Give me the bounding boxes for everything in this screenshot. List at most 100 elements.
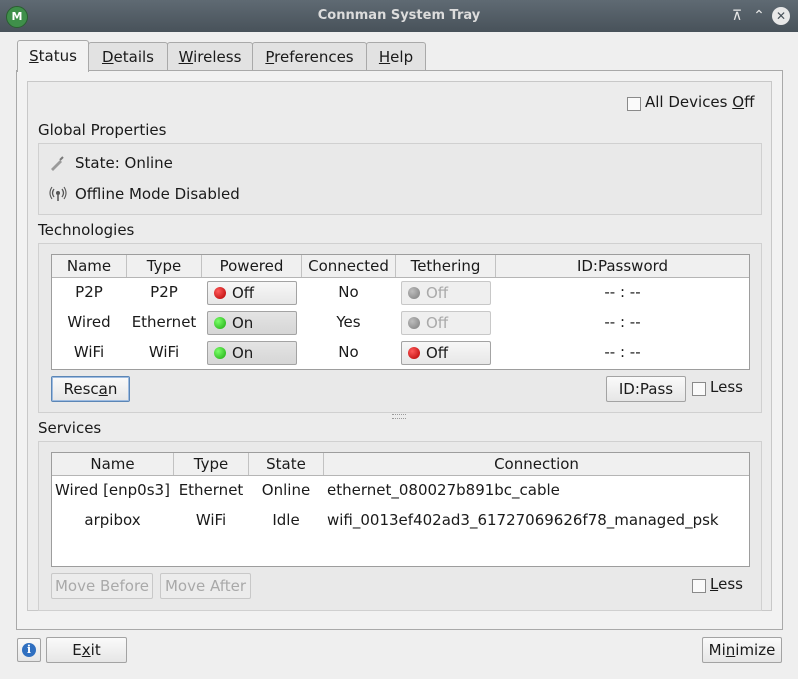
- status-led-icon: [408, 347, 420, 359]
- technologies-table-header: Name Type Powered Connected Tethering ID…: [52, 255, 749, 278]
- service-state: Idle: [272, 511, 300, 529]
- tech-name: WiFi: [73, 343, 105, 361]
- service-type: Ethernet: [178, 481, 244, 499]
- tethering-toggle[interactable]: Off: [401, 281, 491, 305]
- table-row[interactable]: arpibox WiFi Idle wifi_0013ef402ad3_6172…: [52, 507, 749, 537]
- move-after-button[interactable]: Move After: [160, 573, 251, 599]
- status-led-icon: [214, 317, 226, 329]
- tethering-toggle[interactable]: Off: [401, 341, 491, 365]
- services-less-label[interactable]: Less: [710, 575, 743, 593]
- table-row[interactable]: Wired Ethernet On Yes Off -- : --: [52, 309, 749, 339]
- powered-label: On: [232, 344, 254, 362]
- keep-above-icon[interactable]: ⊼: [728, 7, 746, 25]
- service-connection: wifi_0013ef402ad3_61727069626f78_managed…: [327, 511, 719, 529]
- status-led-icon: [214, 347, 226, 359]
- tab-details-mnemonic: D: [101, 48, 114, 66]
- tab-preferences[interactable]: Preferences: [252, 42, 367, 71]
- technologies-less-checkbox[interactable]: [692, 382, 706, 396]
- service-name: arpibox: [84, 511, 141, 529]
- tab-details-label: etails: [113, 48, 154, 66]
- tech-type: P2P: [150, 283, 178, 301]
- service-connection: ethernet_080027b891bc_cable: [327, 481, 560, 499]
- status-led-icon: [408, 317, 420, 329]
- splitter-handle[interactable]: [392, 414, 406, 419]
- services-title: Services: [38, 419, 102, 437]
- close-icon[interactable]: ✕: [772, 7, 790, 25]
- column-header[interactable]: Name: [52, 255, 127, 277]
- tab-wireless-label: ireless: [193, 48, 242, 66]
- powered-label: On: [232, 314, 254, 332]
- tab-status[interactable]: Status: [17, 40, 89, 72]
- window-title: Connman System Tray: [317, 8, 481, 23]
- exit-button[interactable]: Exit: [46, 637, 127, 663]
- tab-wireless-mnemonic: W: [178, 48, 194, 66]
- id-pass-button[interactable]: ID:Pass: [606, 376, 686, 402]
- powered-label: Off: [232, 284, 255, 302]
- tab-preferences-label: references: [274, 48, 354, 66]
- column-header[interactable]: Name: [52, 453, 174, 475]
- service-state: Online: [261, 481, 311, 499]
- column-header[interactable]: Type: [127, 255, 202, 277]
- tethering-label: Off: [426, 284, 449, 302]
- services-group: Name Type State Connection Wired [enp0s3…: [38, 441, 762, 611]
- tethering-label: Off: [426, 314, 449, 332]
- table-row[interactable]: Wired [enp0s3] Ethernet Online ethernet_…: [52, 477, 749, 507]
- state-text: State: Online: [75, 154, 173, 172]
- column-header[interactable]: State: [249, 453, 324, 475]
- tech-name: Wired: [67, 313, 111, 331]
- title-bar: M Connman System Tray ⊼ ⌃ ✕: [0, 0, 798, 32]
- ethernet-state-icon: [51, 156, 64, 171]
- service-name: Wired [enp0s3]: [55, 481, 170, 499]
- maximize-icon[interactable]: ⌃: [750, 7, 768, 25]
- connected-value: No: [338, 343, 359, 361]
- id-password-value: -- : --: [604, 343, 641, 361]
- status-led-icon: [214, 287, 226, 299]
- powered-toggle[interactable]: Off: [207, 281, 297, 305]
- column-header[interactable]: Tethering: [396, 255, 496, 277]
- service-type: WiFi: [195, 511, 227, 529]
- technologies-group: Name Type Powered Connected Tethering ID…: [38, 243, 762, 413]
- tab-wireless[interactable]: Wireless: [167, 42, 253, 71]
- powered-toggle[interactable]: On: [207, 311, 297, 335]
- column-header[interactable]: Powered: [202, 255, 302, 277]
- status-led-icon: [408, 287, 420, 299]
- table-row[interactable]: WiFi WiFi On No Off -- : --: [52, 339, 749, 369]
- move-before-button[interactable]: Move Before: [51, 573, 153, 599]
- all-devices-off-checkbox[interactable]: [627, 97, 641, 111]
- tab-status-mnemonic: S: [29, 47, 39, 65]
- column-header[interactable]: Type: [174, 453, 249, 475]
- column-header[interactable]: Connection: [324, 453, 749, 475]
- tech-name: P2P: [75, 283, 103, 301]
- tab-help[interactable]: Help: [366, 42, 426, 71]
- tab-help-mnemonic: H: [378, 48, 391, 66]
- about-button[interactable]: i: [17, 638, 41, 662]
- global-properties-group: State: Online Offline Mode Disabled: [38, 143, 762, 215]
- column-header[interactable]: ID:Password: [496, 255, 749, 277]
- powered-toggle[interactable]: On: [207, 341, 297, 365]
- status-tab-panel: All Devices Off Global Properties State:…: [16, 70, 783, 630]
- rescan-button[interactable]: Rescan: [51, 376, 130, 402]
- tethering-toggle[interactable]: Off: [401, 311, 491, 335]
- connected-value: No: [338, 283, 359, 301]
- services-less-checkbox[interactable]: [692, 579, 706, 593]
- services-table: Name Type State Connection Wired [enp0s3…: [51, 452, 750, 567]
- antenna-icon: [49, 186, 67, 201]
- tab-preferences-mnemonic: P: [265, 48, 275, 66]
- tab-help-label: elp: [390, 48, 414, 66]
- offline-mode-text: Offline Mode Disabled: [75, 185, 240, 203]
- id-password-value: -- : --: [604, 283, 641, 301]
- technologies-title: Technologies: [38, 221, 135, 239]
- table-row[interactable]: P2P P2P Off No Off -- : --: [52, 279, 749, 309]
- tab-details[interactable]: Details: [88, 42, 168, 71]
- tech-type: WiFi: [148, 343, 180, 361]
- global-properties-title: Global Properties: [38, 121, 167, 139]
- minimize-button[interactable]: Minimize: [702, 637, 782, 663]
- services-table-header: Name Type State Connection: [52, 453, 749, 476]
- technologies-less-label[interactable]: Less: [710, 378, 743, 396]
- tech-type: Ethernet: [131, 313, 197, 331]
- id-password-value: -- : --: [604, 313, 641, 331]
- column-header[interactable]: Connected: [302, 255, 396, 277]
- all-devices-off-label[interactable]: All Devices Off: [645, 93, 754, 111]
- connected-value: Yes: [336, 313, 361, 331]
- info-icon: i: [22, 643, 36, 657]
